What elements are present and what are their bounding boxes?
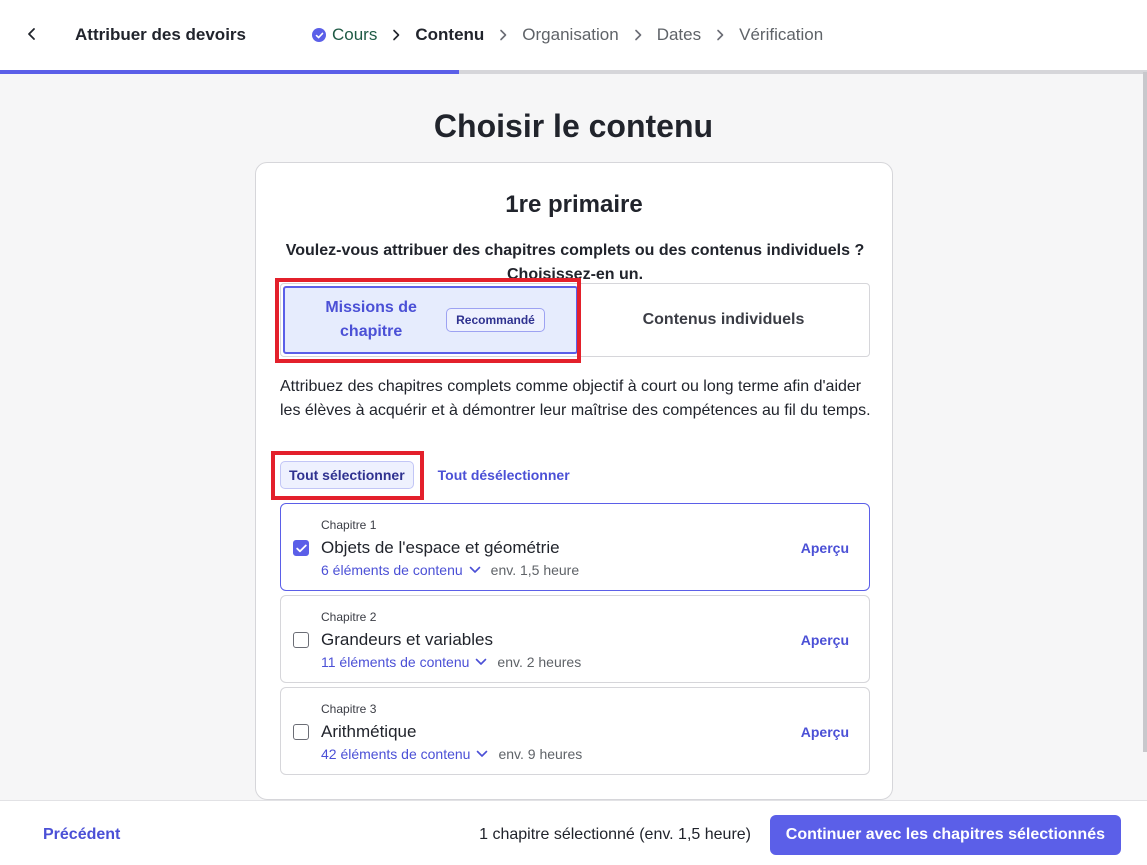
select-all-button[interactable]: Tout sélectionner: [280, 461, 414, 489]
chapter-meta: 42 éléments de contenu env. 9 heures: [321, 746, 582, 762]
chapter-checkbox[interactable]: [293, 632, 309, 648]
header-bar: Attribuer des devoirs Cours Contenu Orga…: [0, 0, 1147, 74]
header-title: Attribuer des devoirs: [75, 25, 246, 44]
progress-bar: [0, 70, 1147, 74]
chapter-row[interactable]: Chapitre 3 Arithmétique 42 éléments de c…: [280, 687, 870, 775]
stepper: Cours Contenu Organisation Dates Vérific…: [312, 24, 823, 46]
preview-link[interactable]: Aperçu: [801, 724, 849, 740]
step-label: Dates: [656, 25, 702, 44]
option-chapter-missions[interactable]: Missions de chapitre Recommandé: [283, 286, 578, 354]
assignment-type-toggle: Missions de chapitre Recommandé Contenus…: [280, 283, 870, 357]
chapter-title: Arithmétique: [321, 722, 417, 741]
content-items-count: 11 éléments de contenu: [321, 654, 470, 670]
step-dates[interactable]: Dates: [657, 25, 701, 45]
step-cours[interactable]: Cours: [312, 25, 377, 45]
chevron-left-icon: [28, 28, 35, 40]
chapter-number: Chapitre 3: [321, 702, 377, 716]
step-organisation[interactable]: Organisation: [522, 25, 618, 45]
step-label: Contenu: [415, 25, 485, 44]
chapter-number: Chapitre 1: [321, 518, 377, 532]
deselect-all-button[interactable]: Tout désélectionner: [438, 467, 570, 483]
chapter-duration: env. 2 heures: [497, 654, 582, 670]
step-contenu[interactable]: Contenu: [415, 25, 484, 45]
step-verification[interactable]: Vérification: [739, 25, 823, 45]
progress-fill: [0, 70, 459, 74]
chevron-right-icon: [715, 29, 725, 41]
chapter-title: Objets de l'espace et géométrie: [321, 538, 560, 557]
chapter-number: Chapitre 2: [321, 610, 377, 624]
content-items-count: 42 éléments de contenu: [321, 746, 471, 762]
selection-actions: Tout sélectionner Tout désélectionner: [280, 461, 570, 489]
option-individual-content[interactable]: Contenus individuels: [578, 284, 869, 356]
content-card: 1re primaire Voulez-vous attribuer des c…: [255, 162, 893, 800]
step-label: Cours: [332, 25, 378, 44]
preview-link[interactable]: Aperçu: [801, 632, 849, 648]
page-title: Choisir le contenu: [433, 108, 714, 144]
option-description: Attribuez des chapitres complets comme o…: [280, 378, 871, 419]
back-button[interactable]: [18, 20, 46, 48]
recommended-badge: Recommandé: [446, 308, 545, 332]
chevron-right-icon: [391, 29, 401, 41]
option-label: Missions de chapitre: [325, 299, 417, 340]
step-label: Vérification: [739, 25, 824, 44]
chapter-row[interactable]: Chapitre 2 Grandeurs et variables 11 élé…: [280, 595, 870, 683]
content-items-dropdown[interactable]: 6 éléments de contenu: [321, 562, 481, 578]
step-label: Organisation: [522, 25, 619, 44]
course-title: 1re primaire: [505, 191, 643, 218]
continue-button[interactable]: Continuer avec les chapitres sélectionné…: [769, 815, 1121, 855]
chevron-down-icon: [476, 658, 487, 665]
check-circle-icon: [312, 28, 326, 42]
chevron-right-icon: [633, 29, 643, 41]
chapter-title: Grandeurs et variables: [321, 630, 493, 649]
chevron-down-icon: [469, 566, 480, 573]
assignment-question: Voulez-vous attribuer des chapitres comp…: [285, 242, 865, 283]
chapter-meta: 11 éléments de contenu env. 2 heures: [321, 654, 581, 670]
content-items-dropdown[interactable]: 11 éléments de contenu: [321, 654, 487, 670]
chapter-duration: env. 1,5 heure: [490, 562, 580, 578]
preview-link[interactable]: Aperçu: [801, 540, 849, 556]
content-items-dropdown[interactable]: 42 éléments de contenu: [321, 746, 488, 762]
content-items-count: 6 éléments de contenu: [321, 562, 463, 578]
chevron-down-icon: [477, 750, 488, 757]
chapter-meta: 6 éléments de contenu env. 1,5 heure: [321, 562, 579, 578]
chapter-duration: env. 9 heures: [498, 746, 583, 762]
footer-bar: Précédent 1 chapitre sélectionné (env. 1…: [0, 800, 1147, 865]
chapter-checkbox[interactable]: [293, 724, 309, 740]
chapter-checkbox[interactable]: [293, 540, 309, 556]
scrollbar[interactable]: [1143, 72, 1147, 752]
chapter-row[interactable]: Chapitre 1 Objets de l'espace et géométr…: [280, 503, 870, 591]
option-label: Contenus individuels: [642, 311, 805, 328]
chevron-right-icon: [498, 29, 508, 41]
checkbox-check-icon: [295, 544, 307, 552]
previous-button[interactable]: Précédent: [43, 826, 120, 844]
selection-status: 1 chapitre sélectionné (env. 1,5 heure): [479, 826, 751, 843]
